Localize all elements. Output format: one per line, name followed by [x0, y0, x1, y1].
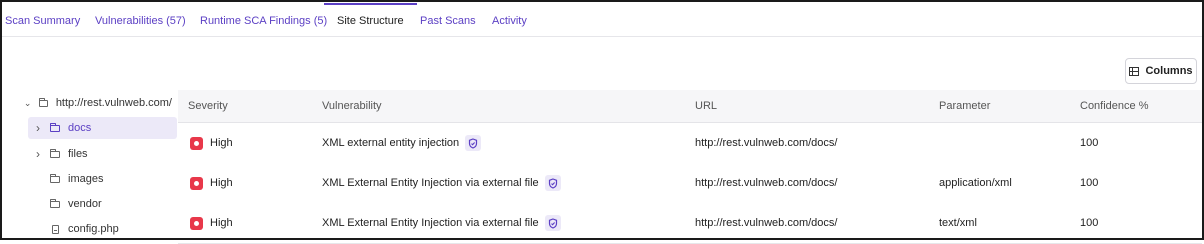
tab-scan-summary[interactable]: Scan Summary — [5, 2, 80, 36]
tab-vulnerabilities[interactable]: Vulnerabilities (57) — [95, 2, 186, 36]
parameter-value: application/xml — [939, 177, 1012, 189]
tab-runtime-sca-findings[interactable]: Runtime SCA Findings (5) — [200, 2, 327, 36]
tree-item-docs[interactable]: › docs — [28, 117, 177, 139]
severity-label: High — [210, 177, 233, 189]
folder-icon — [38, 97, 49, 107]
vulnerability-name[interactable]: XML External Entity Injection via extern… — [322, 177, 539, 189]
shield-icon — [465, 135, 482, 151]
severity-high-icon — [190, 176, 203, 190]
tree-item-config-php[interactable]: config.php — [28, 218, 177, 240]
table-row[interactable]: High XML External Entity Injection via e… — [178, 203, 1202, 244]
severity-label: High — [210, 137, 233, 149]
file-icon — [52, 224, 59, 234]
column-header-severity[interactable]: Severity — [188, 90, 228, 122]
tab-activity[interactable]: Activity — [492, 2, 527, 36]
tree-item-label: docs — [68, 122, 92, 134]
confidence-value: 100 — [1080, 177, 1099, 189]
severity-high-icon — [190, 136, 203, 150]
parameter-value: text/xml — [939, 217, 977, 229]
columns-icon — [1129, 66, 1140, 76]
tree-item-label: files — [68, 148, 88, 160]
tree-item-label: config.php — [68, 223, 119, 235]
columns-button-label: Columns — [1145, 65, 1193, 77]
url-value: http://rest.vulnweb.com/docs/ — [695, 177, 838, 189]
severity-high-icon — [190, 216, 203, 230]
tree-item-label: images — [68, 173, 104, 185]
folder-icon — [50, 148, 60, 158]
column-header-parameter[interactable]: Parameter — [939, 90, 990, 122]
tree-item-vendor[interactable]: vendor — [28, 193, 177, 215]
table-row[interactable]: High XML external entity injection http:… — [178, 123, 1202, 164]
column-header-confidence[interactable]: Confidence % — [1080, 90, 1149, 122]
vulnerability-name[interactable]: XML external entity injection — [322, 137, 459, 149]
vulnerability-name[interactable]: XML External Entity Injection via extern… — [322, 217, 539, 229]
table-header: Severity Vulnerability URL Parameter Con… — [178, 90, 1202, 123]
confidence-value: 100 — [1080, 217, 1099, 229]
columns-button[interactable]: Columns — [1125, 58, 1197, 84]
severity-label: High — [210, 217, 233, 229]
folder-icon — [50, 173, 60, 183]
tab-bar: Scan Summary Vulnerabilities (57) Runtim… — [2, 2, 1202, 37]
shield-icon — [544, 215, 561, 231]
confidence-value: 100 — [1080, 137, 1099, 149]
url-value: http://rest.vulnweb.com/docs/ — [695, 217, 838, 229]
tree-item-images[interactable]: images — [28, 168, 177, 190]
chevron-right-icon[interactable]: › — [32, 147, 44, 161]
column-header-vulnerability[interactable]: Vulnerability — [322, 90, 382, 122]
column-header-url[interactable]: URL — [695, 90, 717, 122]
tree-root-label: http://rest.vulnweb.com/ — [55, 97, 172, 109]
folder-icon — [50, 198, 60, 208]
tree-root[interactable]: ⌄ http://rest.vulnweb.com/ — [22, 92, 172, 114]
tree-item-label: vendor — [68, 198, 102, 210]
tab-past-scans[interactable]: Past Scans — [420, 2, 476, 36]
shield-icon — [544, 175, 561, 191]
tree-item-files[interactable]: › files — [28, 143, 177, 165]
chevron-right-icon[interactable]: › — [32, 121, 44, 135]
chevron-down-icon[interactable]: ⌄ — [22, 98, 33, 109]
table-row[interactable]: High XML External Entity Injection via e… — [178, 163, 1202, 204]
folder-icon — [50, 122, 60, 132]
tab-site-structure[interactable]: Site Structure — [324, 2, 417, 36]
url-value: http://rest.vulnweb.com/docs/ — [695, 137, 838, 149]
